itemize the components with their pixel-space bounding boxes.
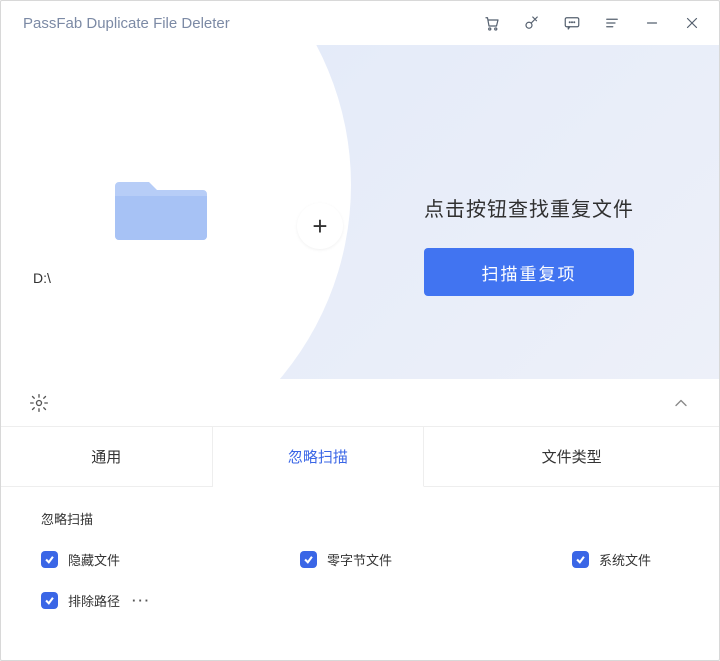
check-label: 零字节文件 <box>327 550 392 569</box>
tab-general[interactable]: 通用 <box>1 427 213 487</box>
gear-icon[interactable] <box>29 393 49 413</box>
check-row-1: 隐藏文件 零字节文件 系统文件 <box>41 550 679 569</box>
app-window: PassFab Duplicate File Deleter <box>0 0 720 661</box>
close-icon[interactable] <box>683 14 701 32</box>
section-title: 忽略扫描 <box>41 509 679 528</box>
check-row-2: 排除路径 ··· <box>41 591 679 610</box>
checkbox-checked-icon <box>41 592 58 609</box>
tabs: 通用 忽略扫描 文件类型 <box>1 427 719 487</box>
cart-icon[interactable] <box>483 14 501 32</box>
scan-button[interactable]: 扫描重复项 <box>424 248 634 296</box>
hero-area: D:\ + 点击按钮查找重复文件 扫描重复项 <box>1 45 719 379</box>
minimize-icon[interactable] <box>643 14 661 32</box>
plus-icon: + <box>312 213 327 239</box>
drive-label: D:\ <box>33 270 51 286</box>
cta-text: 点击按钮查找重复文件 <box>424 193 634 222</box>
tab-ignore[interactable]: 忽略扫描 <box>213 427 425 487</box>
settings-bar <box>1 379 719 427</box>
check-label: 隐藏文件 <box>68 550 120 569</box>
menu-icon[interactable] <box>603 14 621 32</box>
more-dots-icon[interactable]: ··· <box>132 593 151 608</box>
ignore-panel: 忽略扫描 隐藏文件 零字节文件 系统文件 排除路径 ··· <box>1 487 719 654</box>
key-icon[interactable] <box>523 14 541 32</box>
chevron-up-icon[interactable] <box>671 393 691 413</box>
cta-area: 点击按钮查找重复文件 扫描重复项 <box>399 193 659 296</box>
selected-folder-area: D:\ <box>31 170 291 286</box>
checkbox-checked-icon <box>300 551 317 568</box>
titlebar-icons <box>483 14 701 32</box>
check-exclude-path[interactable]: 排除路径 ··· <box>41 591 151 610</box>
check-label: 系统文件 <box>599 550 651 569</box>
check-zero-byte[interactable]: 零字节文件 <box>300 550 392 569</box>
checkbox-checked-icon <box>572 551 589 568</box>
titlebar: PassFab Duplicate File Deleter <box>1 1 719 45</box>
check-label: 排除路径 <box>68 591 120 610</box>
check-hidden-files[interactable]: 隐藏文件 <box>41 550 120 569</box>
tab-filetype[interactable]: 文件类型 <box>424 427 719 487</box>
add-folder-button[interactable]: + <box>297 203 343 249</box>
checkbox-checked-icon <box>41 551 58 568</box>
app-title: PassFab Duplicate File Deleter <box>23 15 230 32</box>
check-system-files[interactable]: 系统文件 <box>572 550 651 569</box>
feedback-icon[interactable] <box>563 14 581 32</box>
folder-icon <box>115 170 207 240</box>
